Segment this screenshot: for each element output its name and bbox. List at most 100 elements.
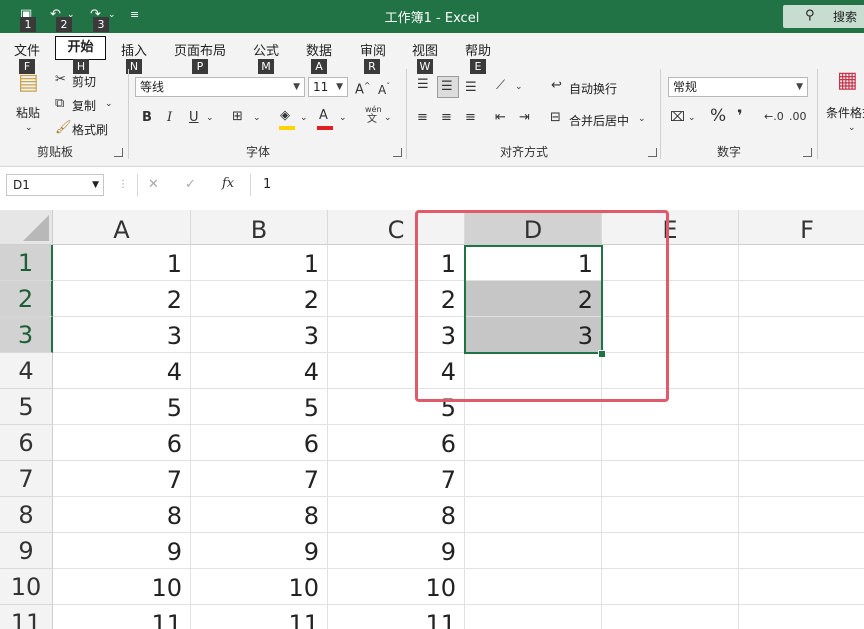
cell-e3[interactable] [602, 317, 739, 353]
cancel-icon[interactable]: ✕ [148, 177, 159, 193]
tab-page-layout[interactable]: 页面布局 [174, 40, 226, 59]
cell-d4[interactable] [465, 353, 602, 389]
tab-data[interactable]: 数据 [306, 40, 332, 59]
row-header[interactable]: 11 [0, 605, 53, 629]
row-header[interactable]: 2 [0, 281, 53, 317]
column-header-e[interactable]: E [602, 210, 739, 245]
cell-a8[interactable]: 8 [53, 497, 191, 533]
cell-f5[interactable] [739, 389, 864, 425]
copy-button[interactable]: 复制 [72, 97, 96, 114]
align-bottom-icon[interactable]: ☰ [465, 80, 477, 96]
merge-center-button[interactable]: 合并后居中 [569, 112, 629, 129]
cell-f1[interactable] [739, 245, 864, 281]
borders-icon[interactable]: ⊞ [232, 109, 243, 125]
cell-d7[interactable] [465, 461, 602, 497]
accounting-format-icon[interactable]: ⌧ [670, 110, 685, 126]
italic-button[interactable]: I [167, 110, 172, 126]
cut-icon[interactable]: ✂ [55, 72, 66, 88]
font-name-combo[interactable]: 等线 ▼ [135, 77, 305, 97]
align-middle-button[interactable]: ☰ [437, 76, 459, 98]
cut-button[interactable]: 剪切 [72, 73, 96, 90]
align-left-icon[interactable]: ≡ [417, 110, 428, 126]
copy-dropdown-icon[interactable]: ⌄ [105, 96, 113, 112]
accounting-dropdown-icon[interactable]: ⌄ [688, 110, 696, 126]
cell-b9[interactable]: 9 [191, 533, 328, 569]
wrap-text-button[interactable]: 自动换行 [569, 80, 617, 97]
tab-help[interactable]: 帮助 [465, 40, 491, 59]
cell-c4[interactable]: 4 [328, 353, 465, 389]
cell-e10[interactable] [602, 569, 739, 605]
phonetic-dropdown-icon[interactable]: ⌄ [384, 110, 392, 126]
fill-handle[interactable] [598, 350, 606, 358]
cell-a5[interactable]: 5 [53, 389, 191, 425]
cell-b6[interactable]: 6 [191, 425, 328, 461]
cell-f2[interactable] [739, 281, 864, 317]
phonetic-icon[interactable]: 文 [367, 114, 377, 125]
cell-b5[interactable]: 5 [191, 389, 328, 425]
cell-f8[interactable] [739, 497, 864, 533]
copy-icon[interactable]: ⧉ [55, 96, 64, 112]
cell-f7[interactable] [739, 461, 864, 497]
insert-function-button[interactable]: fx [222, 176, 234, 192]
cell-b10[interactable]: 10 [191, 569, 328, 605]
paste-button[interactable]: 粘贴 [16, 104, 40, 121]
cell-a11[interactable]: 11 [53, 605, 191, 629]
orientation-icon[interactable]: ⟋ [496, 78, 505, 94]
cell-c5[interactable]: 5 [328, 389, 465, 425]
cell-a2[interactable]: 2 [53, 281, 191, 317]
increase-font-size-icon[interactable]: A^ [355, 78, 371, 98]
column-header-c[interactable]: C [328, 210, 465, 245]
row-header[interactable]: 3 [0, 317, 53, 353]
name-box[interactable]: D1 ▼ [6, 174, 104, 196]
align-right-icon[interactable]: ≡ [465, 110, 476, 126]
cell-b3[interactable]: 3 [191, 317, 328, 353]
search-box[interactable]: ⚲ 搜索 [783, 5, 864, 28]
cell-b2[interactable]: 2 [191, 281, 328, 317]
row-header[interactable]: 9 [0, 533, 53, 569]
paste-icon[interactable]: ▤ [18, 72, 39, 94]
tab-review[interactable]: 审阅 [360, 40, 386, 59]
select-all-button[interactable] [0, 210, 53, 245]
fill-color-dropdown-icon[interactable]: ⌄ [300, 110, 308, 126]
cell-a3[interactable]: 3 [53, 317, 191, 353]
cell-c2[interactable]: 2 [328, 281, 465, 317]
cell-e1[interactable] [602, 245, 739, 281]
cell-c10[interactable]: 10 [328, 569, 465, 605]
row-header[interactable]: 1 [0, 245, 53, 281]
cell-d11[interactable] [465, 605, 602, 629]
cell-a6[interactable]: 6 [53, 425, 191, 461]
cell-d1[interactable]: 1 [465, 245, 602, 281]
cell-a7[interactable]: 7 [53, 461, 191, 497]
column-header-b[interactable]: B [191, 210, 328, 245]
number-format-combo[interactable]: 常规 ▼ [668, 77, 808, 97]
tab-file[interactable]: 文件 [14, 40, 40, 59]
cell-e11[interactable] [602, 605, 739, 629]
cell-f3[interactable] [739, 317, 864, 353]
cell-e8[interactable] [602, 497, 739, 533]
phonetic-top[interactable]: wén [365, 105, 382, 114]
column-header-a[interactable]: A [53, 210, 191, 245]
font-color-icon[interactable]: A [319, 108, 328, 124]
cell-d2[interactable]: 2 [465, 281, 602, 317]
tab-insert[interactable]: 插入 [121, 40, 147, 59]
format-painter-button[interactable]: 格式刷 [72, 121, 108, 138]
cell-e2[interactable] [602, 281, 739, 317]
paste-dropdown-icon[interactable]: ⌄ [25, 120, 33, 136]
cell-c9[interactable]: 9 [328, 533, 465, 569]
worksheet-grid[interactable]: A B C D E F 1111122222333334444555566667… [0, 210, 864, 629]
cell-e7[interactable] [602, 461, 739, 497]
fill-color-icon[interactable]: ◈ [280, 108, 290, 124]
row-header[interactable]: 6 [0, 425, 53, 461]
font-launcher-icon[interactable] [393, 148, 402, 157]
borders-dropdown-icon[interactable]: ⌄ [253, 110, 261, 126]
cell-d10[interactable] [465, 569, 602, 605]
cell-f6[interactable] [739, 425, 864, 461]
row-header[interactable]: 7 [0, 461, 53, 497]
align-top-icon[interactable]: ☰ [417, 77, 429, 93]
column-header-f[interactable]: F [739, 210, 864, 245]
increase-indent-icon[interactable]: ⇥ [519, 110, 530, 126]
underline-button[interactable]: U [189, 110, 199, 126]
cell-f10[interactable] [739, 569, 864, 605]
cell-e6[interactable] [602, 425, 739, 461]
cell-b7[interactable]: 7 [191, 461, 328, 497]
